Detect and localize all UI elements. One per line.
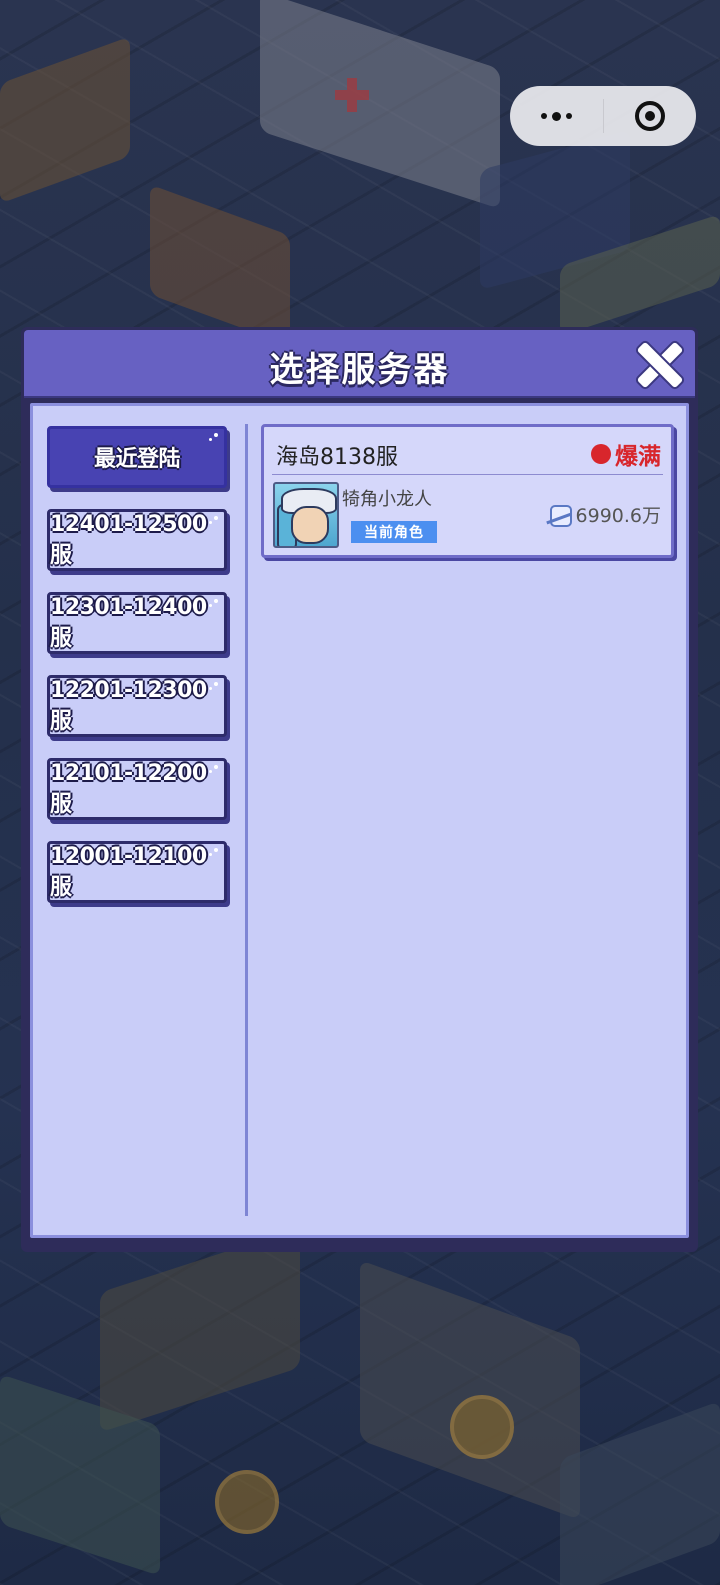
tab-recent-login[interactable]: 最近登陆 [47, 426, 227, 488]
miniprogram-capsule [510, 86, 696, 146]
sparkle-icon [208, 433, 218, 443]
tab-server-range[interactable]: 12301-12400服 [47, 592, 227, 654]
tab-label: 12401-12500服 [50, 511, 207, 568]
dialog-header: 选择服务器 [24, 330, 695, 398]
sparkle-icon [208, 599, 218, 609]
exit-button[interactable] [604, 86, 697, 146]
tab-server-range[interactable]: 12101-12200服 [47, 758, 227, 820]
tab-label: 12101-12200服 [50, 760, 207, 817]
card-divider [272, 474, 663, 475]
tab-server-range[interactable]: 12401-12500服 [47, 509, 227, 571]
server-name: 海岛8138服 [276, 445, 398, 470]
sparkle-icon [208, 765, 218, 775]
tab-label: 12201-12300服 [50, 677, 207, 734]
server-status-badge: 爆满 [591, 437, 661, 471]
current-role-badge: 当前角色 [351, 521, 437, 543]
character-name: 犄角小龙人 [342, 489, 432, 510]
server-card[interactable]: 海岛8138服 爆满 犄角小龙人 当前角色 6990.6万 [261, 424, 674, 558]
bg-building [0, 36, 130, 204]
target-circle-icon [634, 101, 665, 131]
dialog-title: 选择服务器 [269, 350, 450, 390]
sparkle-icon [208, 682, 218, 692]
close-x-icon[interactable] [635, 340, 683, 388]
tab-label: 12301-12400服 [50, 594, 207, 651]
server-select-dialog: 选择服务器 最近登陆 12401-12500服 12301-12400服 122… [21, 327, 698, 1252]
tab-server-range[interactable]: 12001-12100服 [47, 841, 227, 903]
column-divider [245, 424, 248, 1216]
avatar [273, 482, 339, 548]
tab-label: 12001-12100服 [50, 843, 207, 900]
server-status-text: 爆满 [615, 444, 661, 470]
red-cross-icon [335, 78, 369, 112]
tool-bubble-icon [215, 1470, 279, 1534]
bg-building [360, 1259, 580, 1521]
character-power: 6990.6万 [546, 501, 661, 528]
more-button[interactable] [510, 86, 603, 146]
bg-tent [260, 0, 500, 209]
fist-power-icon [546, 503, 572, 527]
power-value: 6990.6万 [575, 505, 661, 527]
status-dot-icon [591, 444, 611, 464]
dialog-body: 最近登陆 12401-12500服 12301-12400服 12201-123… [30, 403, 689, 1238]
meat-bubble-icon [450, 1395, 514, 1459]
bg-building [560, 1400, 720, 1585]
more-dots-icon [540, 111, 572, 121]
bg-building [150, 184, 290, 346]
tab-label: 最近登陆 [93, 447, 181, 472]
sparkle-icon [208, 848, 218, 858]
sparkle-icon [208, 516, 218, 526]
tab-server-range[interactable]: 12201-12300服 [47, 675, 227, 737]
bg-building [100, 1227, 300, 1433]
